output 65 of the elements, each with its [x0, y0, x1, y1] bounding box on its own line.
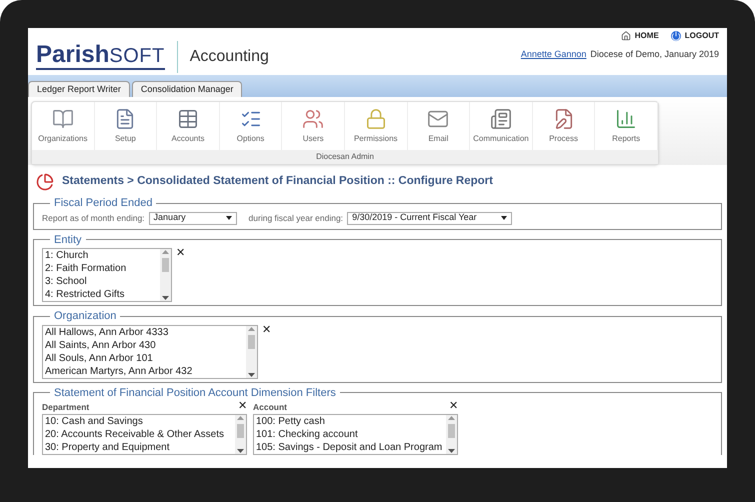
list-option[interactable]: All Saints, Ann Arbor 430 — [45, 338, 244, 352]
list-option[interactable]: 30: Property and Equipment — [45, 440, 233, 454]
clear-button[interactable]: ✕ — [238, 401, 247, 412]
list-option[interactable]: 4: Restricted Gifts — [45, 288, 158, 301]
user-context: Diocese of Demo, January 2019 — [590, 48, 719, 61]
scroll-thumb[interactable] — [248, 334, 255, 348]
clear-button[interactable]: ✕ — [449, 401, 458, 412]
list-label: Account — [253, 401, 287, 414]
list-option[interactable]: 100: Petty cash — [256, 414, 444, 428]
list-option[interactable]: 3: School — [45, 275, 158, 288]
group-label: Diocesan Admin — [32, 150, 658, 164]
scrollbar[interactable] — [446, 414, 457, 454]
user-link[interactable]: Annette Gannon — [520, 48, 586, 62]
app-title: Accounting — [190, 46, 269, 66]
users-icon — [302, 108, 324, 130]
clear-button[interactable]: ✕ — [176, 248, 185, 259]
list-option[interactable]: 1: Church — [45, 249, 158, 262]
section-legend: Entity — [50, 232, 86, 248]
tab[interactable]: Consolidation Manager — [132, 81, 242, 97]
power-icon — [670, 31, 681, 41]
list-box[interactable]: 100: Petty cash 101: Checking account 105: Savings - Deposit and Loan Program — [253, 414, 458, 455]
report-icon — [36, 173, 54, 191]
table-icon — [176, 108, 199, 130]
section-legend: Organization — [50, 308, 120, 324]
list-box[interactable]: 1: Church 2: Faith Formation 3: School 4: Restricted Gifts — [42, 248, 172, 302]
dropdown-arrow-icon — [501, 216, 508, 220]
scrollbar[interactable] — [235, 414, 246, 454]
dropdown-arrow-icon — [226, 216, 232, 220]
fiscal-year-dropdown[interactable]: 9/30/2019 - Current Fiscal Year — [347, 212, 512, 224]
scrollbar[interactable] — [160, 249, 171, 301]
nav-link[interactable]: LOGOUT — [670, 30, 719, 42]
list-box[interactable]: All Hallows, Ann Arbor 4333 All Saints, Ann Arbor 430 All Souls, Ann Arbor 101 American Martyrs, Ann Arbor 432 — [42, 324, 258, 378]
field-label: Report as of month ending: — [42, 212, 145, 224]
tab[interactable]: Ledger Report Writer — [28, 81, 130, 97]
scroll-thumb[interactable] — [448, 424, 455, 438]
scroll-down-arrow-icon[interactable] — [248, 372, 255, 376]
list-option[interactable]: 20: Accounts Receivable & Other Assets — [45, 428, 233, 441]
scroll-down-arrow-icon[interactable] — [162, 296, 169, 300]
book-icon — [52, 108, 74, 130]
bar-chart-icon — [615, 108, 638, 130]
list-option[interactable]: 2: Faith Formation — [45, 262, 158, 275]
list-option[interactable]: All Hallows, Ann Arbor 4333 — [45, 326, 244, 338]
scroll-down-arrow-icon[interactable] — [448, 448, 455, 453]
list-label: Department — [42, 401, 90, 414]
month-dropdown[interactable]: January — [148, 212, 237, 224]
scroll-down-arrow-icon[interactable] — [237, 448, 244, 453]
field-label: during fiscal year ending: — [248, 212, 344, 224]
clear-button[interactable]: ✕ — [262, 324, 271, 336]
home-icon — [620, 31, 631, 41]
logo: ParishSOFT — [36, 43, 165, 70]
scrollbar[interactable] — [246, 326, 257, 378]
list-box[interactable]: 10: Cash and Savings 20: Accounts Receivable & Other Assets 30: Property and Equipment — [42, 414, 247, 455]
list-option[interactable]: 101: Checking account — [256, 428, 444, 441]
section-legend: Statement of Financial Position Account Dimension Filters — [50, 384, 340, 401]
page-title: Statements > Consolidated Statement of Financial Position :: Configure Report — [62, 174, 493, 190]
section-legend: Fiscal Period Ended — [50, 195, 156, 212]
padlock-icon — [364, 108, 387, 130]
list-option[interactable]: 105: Savings - Deposit and Loan Program — [256, 440, 444, 454]
scroll-thumb[interactable] — [162, 258, 169, 272]
list-option[interactable]: 10: Cash and Savings — [45, 414, 233, 428]
newspaper-icon — [490, 108, 512, 130]
nav-link[interactable]: HOME — [620, 30, 659, 42]
list-option[interactable]: All Souls, Ann Arbor 101 — [45, 352, 244, 364]
list-option[interactable]: American Martyrs, Ann Arbor 432 — [45, 364, 244, 378]
scroll-thumb[interactable] — [237, 424, 244, 438]
